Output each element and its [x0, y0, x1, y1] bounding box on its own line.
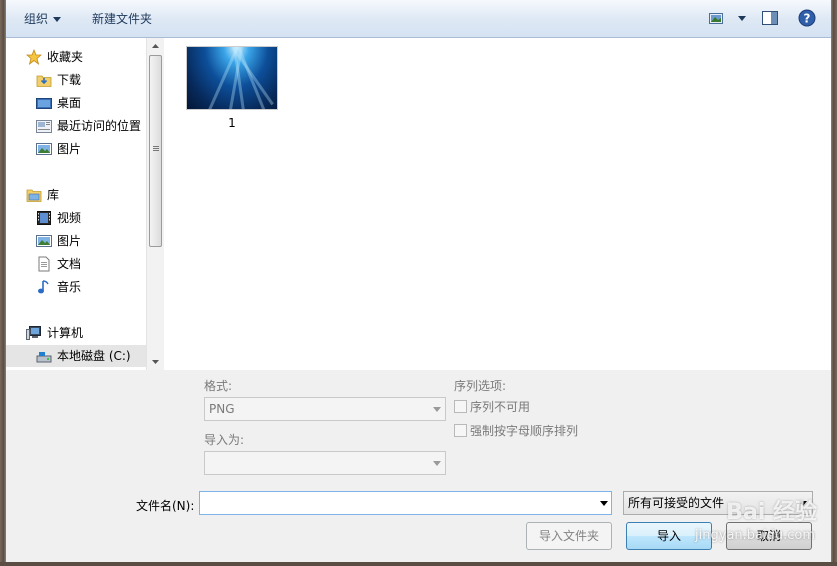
chevron-down-icon: [53, 17, 62, 22]
nav-item-recent-places[interactable]: 最近访问的位置: [6, 115, 146, 137]
pictures-icon: [36, 143, 52, 155]
nav-item-label: 本地磁盘 (C:): [57, 349, 131, 363]
nav-favorites[interactable]: 收藏夹: [6, 46, 146, 68]
pictures-icon: [36, 235, 52, 247]
window-border-right: [831, 0, 837, 566]
import-as-label: 导入为:: [204, 433, 245, 447]
format-select[interactable]: PNG: [204, 397, 446, 421]
new-folder-button[interactable]: 新建文件夹: [92, 11, 152, 27]
file-type-filter-value: 所有可接受的文件: [628, 496, 725, 510]
sequence-checkbox[interactable]: [454, 400, 467, 413]
nav-item-label: 桌面: [57, 96, 82, 110]
nav-item-pictures[interactable]: 图片: [6, 138, 146, 160]
grip-icon: [153, 146, 159, 147]
computer-icon: [26, 326, 41, 340]
filename-input[interactable]: [199, 491, 612, 515]
force-alphabetical-label: 强制按字母顺序排列: [470, 424, 579, 438]
organize-menu-button[interactable]: 组织: [24, 11, 62, 27]
image-thumbnail: [186, 46, 278, 110]
music-icon: [38, 280, 49, 294]
chevron-down-icon: [799, 501, 807, 506]
sequence-options-label: 序列选项:: [454, 379, 507, 393]
import-folder-button[interactable]: 导入文件夹: [526, 522, 612, 550]
nav-item-videos[interactable]: 视频: [6, 207, 146, 229]
navigation-pane: 收藏夹 下载 桌面 最近访问的位置 图片 库 视频 图片 文档 音乐 计算机 本…: [6, 38, 146, 370]
svg-text:?: ?: [804, 12, 811, 26]
nav-item-library-pictures[interactable]: 图片: [6, 230, 146, 252]
scroll-up-arrow-icon[interactable]: [147, 38, 164, 55]
nav-libraries-label: 库: [47, 188, 60, 202]
nav-computer[interactable]: 计算机: [6, 322, 146, 344]
library-icon: [26, 189, 42, 202]
toolbar: 组织 新建文件夹 ?: [6, 0, 831, 38]
window-border-bottom: [0, 562, 837, 566]
scroll-down-arrow-icon[interactable]: [147, 353, 164, 370]
desktop-icon: [36, 98, 52, 109]
file-name: 1: [228, 116, 236, 130]
recent-places-icon: [36, 120, 52, 133]
import-as-select[interactable]: [204, 451, 446, 475]
star-icon: [26, 49, 42, 65]
nav-item-documents[interactable]: 文档: [6, 253, 146, 275]
nav-item-label: 音乐: [57, 280, 82, 294]
file-list-pane: 1: [164, 38, 831, 370]
nav-item-label: 图片: [57, 142, 82, 156]
filename-label: 文件名(N):: [136, 499, 195, 513]
document-icon: [38, 256, 50, 272]
format-value: PNG: [209, 402, 235, 416]
nav-item-label: 图片: [57, 234, 82, 248]
scrollbar-thumb[interactable]: [149, 55, 162, 247]
nav-item-downloads[interactable]: 下载: [6, 69, 146, 91]
navigation-scrollbar[interactable]: [146, 38, 164, 370]
nav-item-label: 视频: [57, 211, 82, 225]
options-panel: 格式: PNG 导入为: 序列选项: 序列不可用 强制按字母顺序排列 文件名(N…: [6, 370, 831, 562]
nav-item-label: 最近访问的位置: [57, 119, 142, 133]
video-icon: [37, 211, 51, 225]
nav-computer-label: 计算机: [47, 326, 84, 340]
format-label: 格式:: [204, 379, 233, 393]
chevron-down-icon: [433, 461, 441, 466]
nav-item-music[interactable]: 音乐: [6, 276, 146, 298]
help-icon[interactable]: ?: [798, 9, 816, 27]
download-folder-icon: [36, 75, 52, 87]
view-options-chevron-down-icon[interactable]: [738, 16, 746, 21]
import-button[interactable]: 导入: [626, 522, 712, 550]
chevron-down-icon: [433, 407, 441, 412]
nav-favorites-label: 收藏夹: [47, 50, 84, 64]
chevron-down-icon: [600, 501, 608, 506]
change-view-icon[interactable]: [709, 9, 723, 27]
nav-libraries[interactable]: 库: [6, 184, 146, 206]
nav-item-label: 下载: [57, 73, 82, 87]
cancel-button[interactable]: 取消: [726, 522, 812, 550]
file-import-dialog: 组织 新建文件夹 ? 收藏夹 下载 桌面 最近访问的位置 图片 库 视频 图片 …: [0, 0, 837, 566]
new-folder-label: 新建文件夹: [92, 12, 153, 26]
file-type-filter-select[interactable]: 所有可接受的文件: [623, 491, 813, 515]
file-item[interactable]: 1: [184, 46, 280, 136]
organize-label: 组织: [24, 12, 49, 26]
nav-item-label: 文档: [57, 257, 82, 271]
force-alphabetical-checkbox[interactable]: [454, 424, 467, 437]
preview-pane-icon[interactable]: [762, 9, 778, 27]
nav-item-desktop[interactable]: 桌面: [6, 92, 146, 114]
sequence-unavailable-label: 序列不可用: [470, 400, 531, 414]
filename-history-dropdown[interactable]: [596, 491, 612, 515]
nav-item-local-disk-c[interactable]: 本地磁盘 (C:): [6, 345, 146, 367]
local-disk-icon: [36, 352, 52, 363]
